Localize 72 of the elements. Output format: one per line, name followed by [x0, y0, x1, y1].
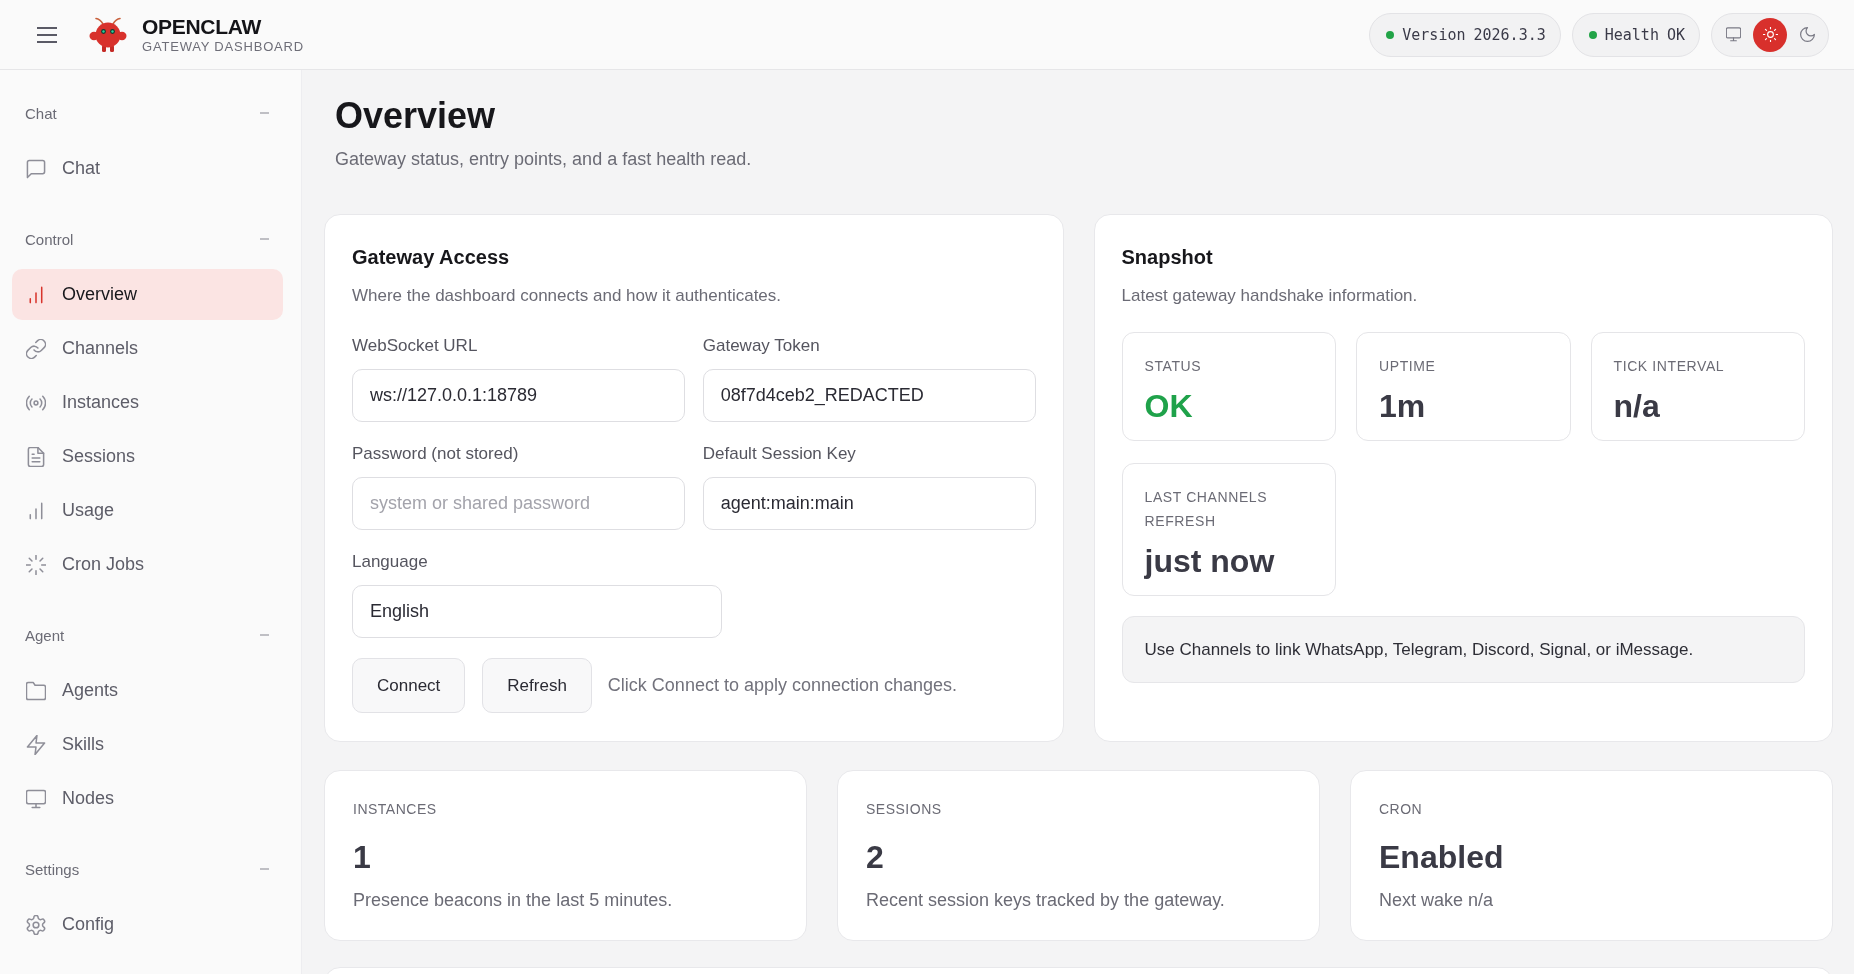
section-label: Settings	[25, 860, 80, 878]
card-value: Enabled	[1379, 838, 1504, 877]
brand-title: OPENCLAW	[142, 14, 261, 39]
card-value: 1	[353, 838, 371, 877]
text-field[interactable]: 08f7d4ceb2_REDACTED	[702, 369, 1036, 422]
stat-label: LAST CHANNELS REFRESH	[1144, 488, 1269, 531]
brand-subtitle: GATEWAY DASHBOARD	[142, 38, 304, 55]
page-title: Overview	[335, 94, 496, 138]
card-label: INSTANCES	[353, 800, 437, 819]
field-label: Default Session Key	[702, 443, 856, 465]
page-subtitle: Gateway status, entry points, and a fast health read.	[335, 148, 752, 171]
sidebar-item[interactable]: Channels	[12, 323, 283, 374]
spinner-icon	[26, 554, 46, 575]
field-label: Language	[352, 551, 428, 573]
speech-bubble-icon	[26, 158, 46, 179]
creature-logo-icon	[89, 16, 127, 53]
card-description: Recent session keys tracked by the gateway.	[866, 889, 1225, 912]
document-icon	[26, 446, 46, 467]
sidebar-item[interactable]: Instances	[12, 377, 283, 428]
info-note: Use Channels to link WhatsApp, Telegram, Discord, Signal, or iMessage.	[1121, 616, 1805, 683]
sidebar-item[interactable]: Usage	[12, 485, 283, 536]
section-label: Agent	[25, 626, 65, 644]
stat-value: n/a	[1613, 387, 1660, 426]
theme-button[interactable]	[1753, 17, 1787, 52]
card-description: Where the dashboard connects and how it authenticates.	[352, 285, 782, 307]
pill-label: Health	[1604, 25, 1659, 44]
settings-icon	[26, 914, 46, 935]
field-label: WebSocket URL	[352, 335, 478, 357]
text-field[interactable]: agent:main:main	[702, 477, 1036, 530]
stat-value: OK	[1144, 387, 1193, 426]
folder-icon	[26, 680, 46, 701]
card-title: Gateway Access	[352, 245, 510, 270]
sidebar-item[interactable]: Sessions	[12, 431, 283, 482]
monitor-icon	[26, 788, 46, 809]
card-value: 2	[866, 838, 884, 877]
card-description: Presence beacons in the last 5 minutes.	[353, 889, 673, 912]
sun-icon	[1762, 27, 1778, 42]
lightning-icon	[26, 734, 46, 755]
pill-label: Version	[1402, 25, 1466, 44]
moon-icon	[1799, 27, 1815, 42]
link-icon	[26, 338, 46, 359]
pill-value: 2026.3.3	[1473, 25, 1546, 44]
card-label: CRON	[1379, 800, 1423, 819]
sidebar-item[interactable]: Overview	[12, 269, 283, 320]
field-label: Gateway Token	[702, 335, 820, 357]
sidebar-item[interactable]: Agents	[12, 665, 283, 716]
section-label: Control	[25, 230, 74, 248]
sidebar-item[interactable]: Chat	[12, 143, 283, 194]
section-label: Chat	[25, 104, 57, 122]
field-label: Password (not stored)	[352, 443, 519, 465]
hint-text: Click Connect to apply connection changes.	[607, 675, 958, 696]
sidebar-item[interactable]: Skills	[12, 719, 283, 770]
stat-label: TICK INTERVAL	[1613, 357, 1725, 376]
stat-label: STATUS	[1144, 357, 1202, 376]
stat-label: UPTIME	[1379, 357, 1436, 376]
stat-value: just now	[1144, 542, 1275, 581]
sidebar-item[interactable]: Nodes	[12, 773, 283, 824]
sidebar-item[interactable]: Cron Jobs	[12, 539, 283, 590]
card-description: Next wake n/a	[1379, 889, 1494, 912]
card-description: Latest gateway handshake information.	[1121, 285, 1418, 307]
password-field[interactable]: system or shared password	[352, 477, 685, 530]
card-label: SESSIONS	[866, 800, 942, 819]
language-select[interactable]: English	[352, 585, 722, 638]
sidebar-item[interactable]: Config	[12, 899, 283, 950]
action-button[interactable]: Refresh	[482, 658, 592, 713]
card-title: Snapshot	[1121, 245, 1213, 270]
action-button[interactable]: Connect	[352, 658, 466, 713]
pill-value: OK	[1666, 25, 1685, 44]
monitor-icon	[1725, 27, 1741, 42]
menu-icon	[37, 26, 57, 43]
text-field[interactable]: ws://127.0.0.1:18789	[352, 369, 685, 422]
stat-value: 1m	[1379, 387, 1426, 426]
